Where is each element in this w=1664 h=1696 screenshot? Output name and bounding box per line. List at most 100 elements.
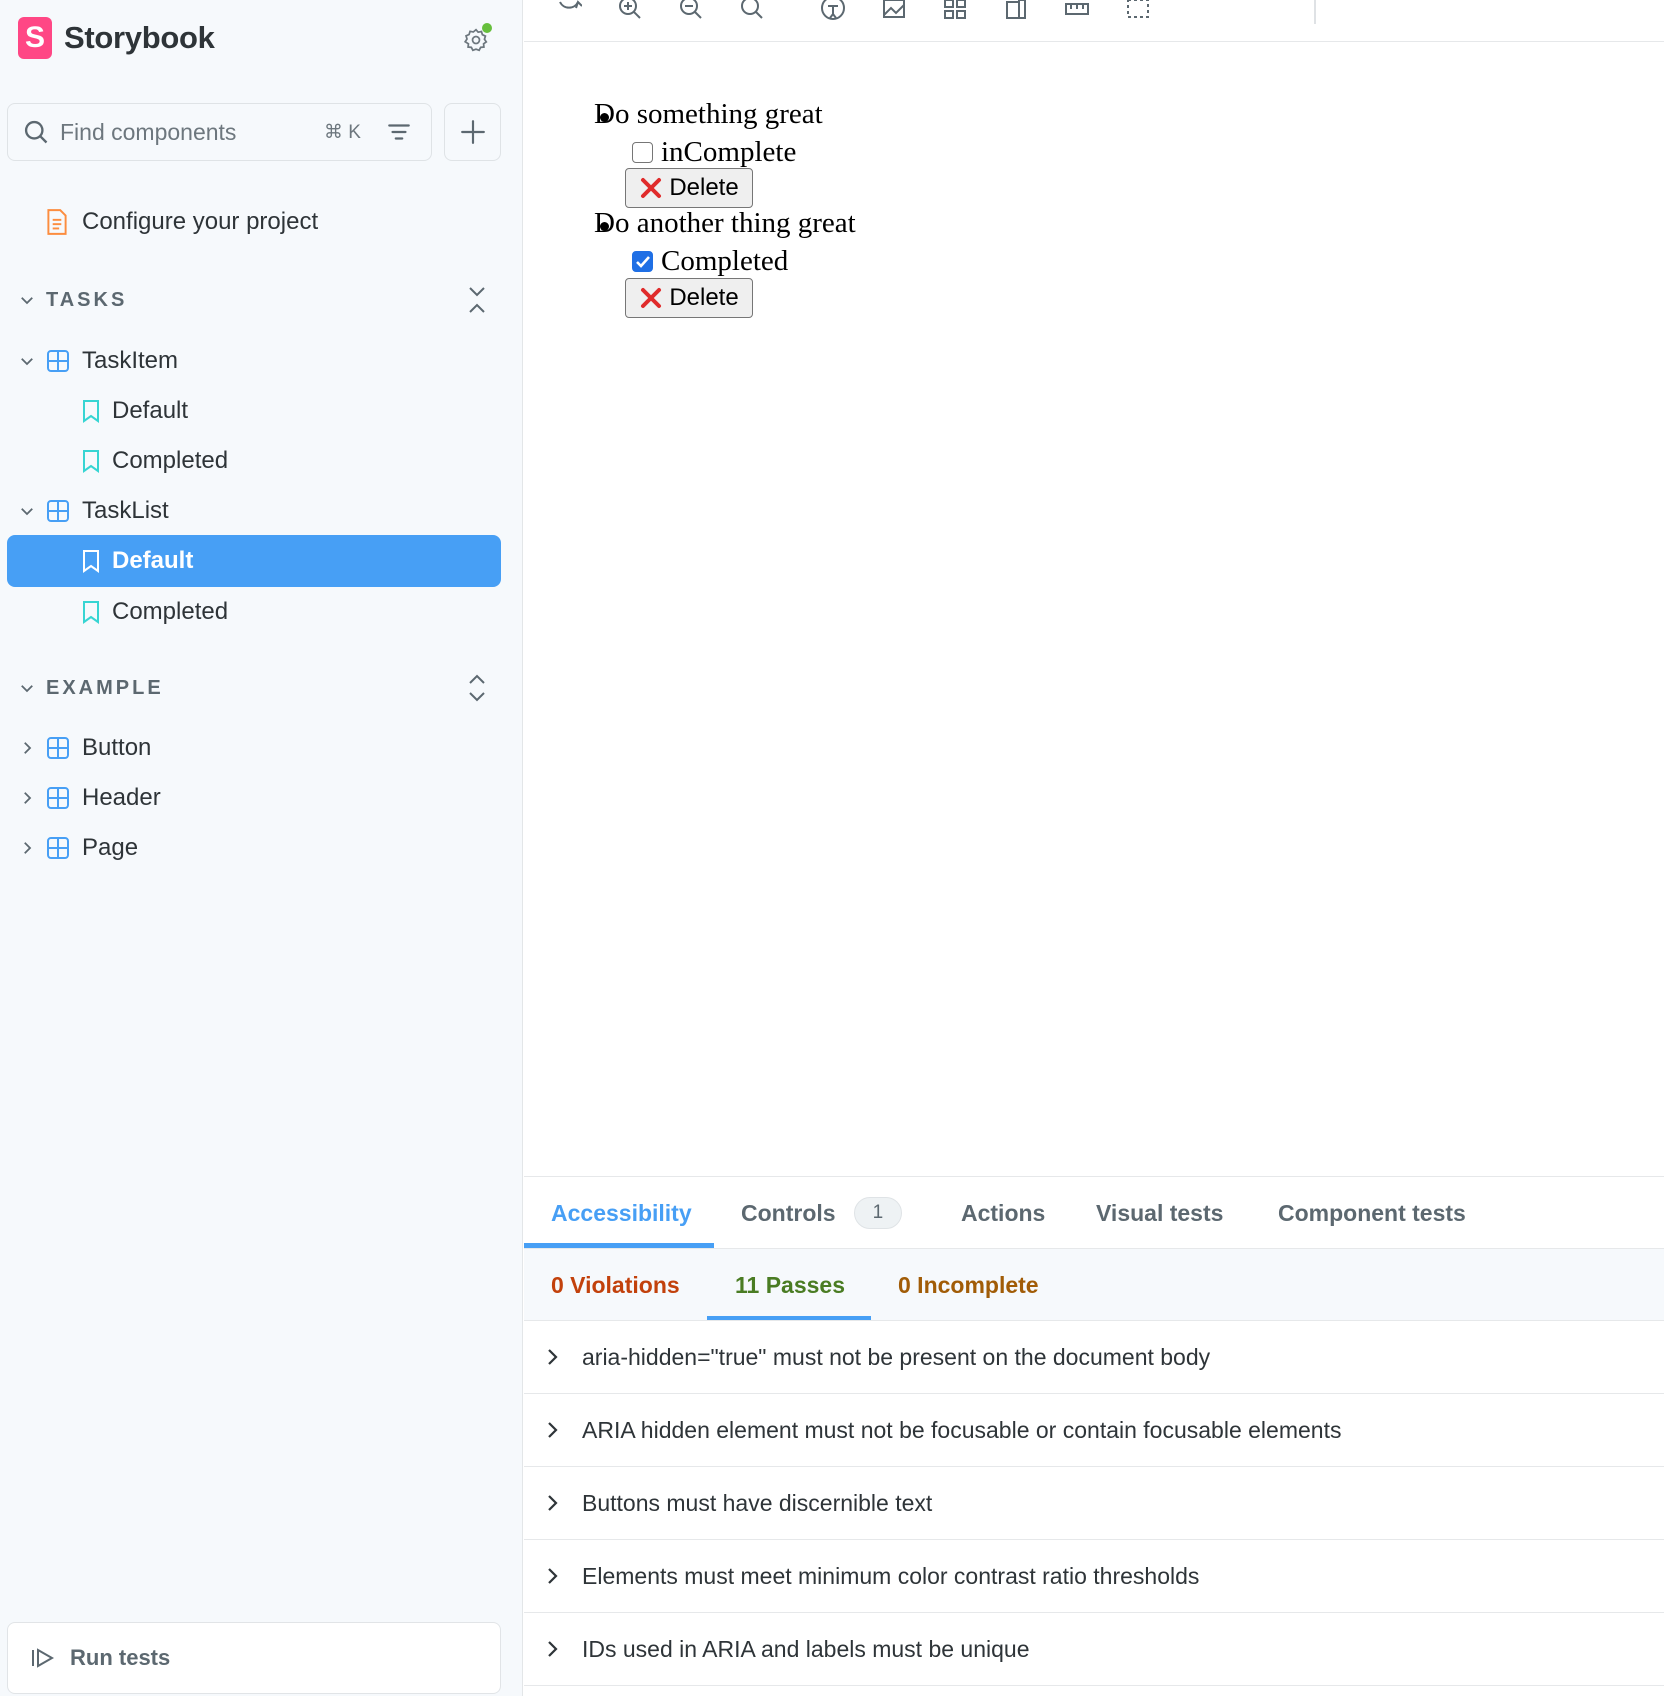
reload-button[interactable] [554, 0, 584, 24]
plus-icon [460, 120, 485, 144]
delete-button[interactable]: Delete [625, 168, 753, 208]
settings-button[interactable] [456, 20, 496, 60]
component-icon [47, 787, 69, 809]
backgrounds-button[interactable] [879, 0, 909, 24]
collapse-icon [469, 287, 485, 313]
bookmark-icon [83, 400, 99, 423]
rule-label: IDs used in ARIA and labels must be uniq… [582, 1635, 1030, 1662]
toolbar-divider [1314, 0, 1316, 24]
outline-button[interactable] [1123, 0, 1153, 24]
subtab-label: 11 Passes [735, 1271, 846, 1298]
search-input[interactable] [60, 118, 310, 146]
section-tasks-label: TASKS [46, 288, 128, 311]
a11y-rule-row[interactable]: ARIA hidden element must not be focusabl… [524, 1394, 1664, 1467]
zoom-in-icon [619, 0, 641, 19]
task-checkbox[interactable] [632, 142, 653, 163]
sidebar: S Storybook ⌘ K Configure your project [0, 0, 523, 1696]
chevron-right-icon [548, 1641, 558, 1657]
tree-component-label: Header [82, 784, 161, 811]
rule-label: Buttons must have discernible text [582, 1489, 933, 1516]
run-tests-button[interactable]: Run tests [7, 1622, 501, 1694]
addon-panel: Accessibility Controls 1 Actions Visual … [524, 1176, 1664, 1696]
task-checkbox[interactable] [632, 251, 653, 272]
tab-accessibility[interactable]: Accessibility [551, 1177, 692, 1249]
subtab-violations[interactable]: 0 Violations [551, 1249, 680, 1321]
viewport-button[interactable] [1001, 0, 1031, 24]
delete-button-label: Delete [669, 174, 739, 201]
accessibility-button[interactable] [818, 0, 848, 24]
tree-component-tasklist[interactable]: TaskList [18, 486, 169, 536]
ruler-icon [1065, 3, 1089, 15]
section-tasks[interactable]: TASKS [18, 280, 127, 320]
grid-icon [944, 0, 966, 19]
tab-label: Component tests [1278, 1199, 1466, 1226]
search-shortcut: ⌘ K [324, 121, 361, 143]
chevron-down-icon [21, 358, 33, 366]
add-story-button[interactable] [444, 103, 501, 161]
tab-visual-tests[interactable]: Visual tests [1096, 1177, 1223, 1249]
chevron-right-icon [548, 1495, 558, 1511]
brand[interactable]: S Storybook [18, 14, 215, 62]
tree-component-label: TaskItem [82, 347, 179, 374]
chevron-right-icon [24, 742, 32, 754]
storybook-logo: S [18, 17, 52, 59]
section-example-label: EXAMPLE [46, 676, 164, 699]
component-icon [47, 500, 69, 522]
search-field[interactable]: ⌘ K [7, 103, 432, 161]
collapse-all-button[interactable] [462, 280, 492, 320]
story-preview: Do something great inComplete Delete Do … [524, 42, 1664, 1176]
tab-component-tests[interactable]: Component tests [1278, 1177, 1466, 1249]
bookmark-icon [83, 450, 99, 473]
zoom-in-button[interactable] [615, 0, 645, 24]
delete-button[interactable]: Delete [625, 278, 753, 318]
subtab-incomplete[interactable]: 0 Incomplete [898, 1249, 1039, 1321]
a11y-result-tabs: 0 Violations 11 Passes 0 Incomplete [524, 1249, 1664, 1321]
expand-all-button[interactable] [462, 668, 492, 708]
component-icon [47, 737, 69, 759]
accessibility-icon [821, 0, 845, 20]
tab-controls[interactable]: Controls 1 [741, 1177, 903, 1249]
subtab-passes[interactable]: 11 Passes [735, 1249, 845, 1321]
tree-component-label: TaskList [82, 497, 169, 524]
a11y-rule-row[interactable]: Buttons must have discernible text [524, 1467, 1664, 1540]
task-checkbox-row[interactable]: inComplete [632, 136, 796, 169]
tree-component-header[interactable]: Header [18, 773, 161, 823]
grid-button[interactable] [940, 0, 970, 24]
configure-project-link[interactable]: Configure your project [44, 197, 318, 247]
play-icon [32, 1648, 55, 1668]
a11y-rule-row[interactable]: aria-hidden="true" must not be present o… [524, 1321, 1664, 1394]
tree-component-page[interactable]: Page [18, 823, 138, 873]
measure-button[interactable] [1062, 0, 1092, 24]
preview-toolbar [524, 0, 1664, 42]
tree-story-tasklist-completed[interactable]: Completed [82, 587, 228, 637]
task-status-label: inComplete [661, 136, 797, 168]
tree-component-taskitem[interactable]: TaskItem [18, 336, 178, 386]
tree-component-label: Button [82, 734, 152, 761]
subtab-label: 0 Incomplete [898, 1271, 1039, 1298]
tree-story-tasklist-default[interactable]: Default [7, 535, 501, 587]
tree-story-taskitem-default[interactable]: Default [82, 386, 188, 436]
a11y-rule-row[interactable]: Elements must meet minimum color contras… [524, 1540, 1664, 1613]
tree-component-label: Page [82, 834, 139, 861]
zoom-reset-button[interactable] [737, 0, 767, 24]
chevron-right-icon [548, 1422, 558, 1438]
chevron-down-icon [21, 685, 33, 693]
tree-component-button[interactable]: Button [18, 723, 151, 773]
task-checkbox-row[interactable]: Completed [632, 245, 788, 278]
cross-mark-icon [641, 288, 662, 308]
task-title: Do another thing great [594, 207, 856, 239]
filter-button[interactable] [383, 116, 415, 148]
app-name: Storybook [64, 20, 215, 55]
mobile-icon [1006, 0, 1026, 19]
tab-label: Actions [961, 1199, 1046, 1226]
section-example[interactable]: EXAMPLE [18, 668, 164, 708]
tree-story-label: Completed [112, 447, 229, 474]
tab-actions[interactable]: Actions [961, 1177, 1045, 1249]
update-indicator [482, 23, 492, 33]
chevron-right-icon [24, 842, 32, 854]
zoom-out-button[interactable] [676, 0, 706, 24]
active-subtab-indicator [707, 1316, 871, 1320]
tree-story-taskitem-completed[interactable]: Completed [82, 436, 228, 486]
rule-label: aria-hidden="true" must not be present o… [582, 1343, 1211, 1370]
a11y-rule-row[interactable]: IDs used in ARIA and labels must be uniq… [524, 1613, 1664, 1686]
